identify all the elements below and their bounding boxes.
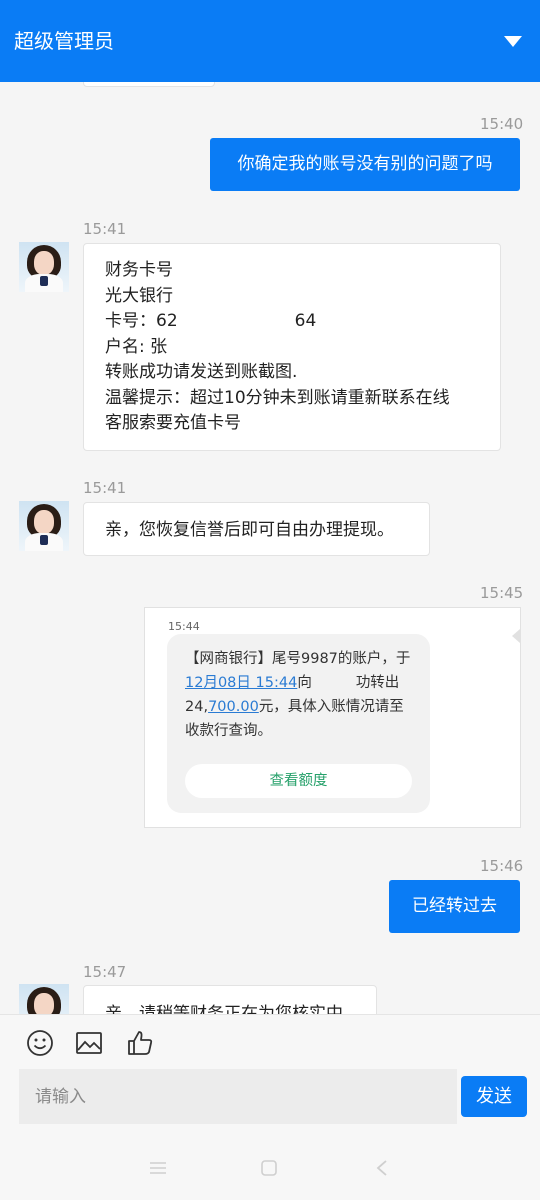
agent-avatar[interactable] — [19, 984, 69, 1014]
message-line: 转账成功请发送到账截图. — [105, 362, 298, 382]
bubble-tail — [512, 629, 520, 643]
sms-suffix: 元，具体入账情况请至 — [258, 699, 404, 715]
previous-message-bubble — [83, 82, 215, 87]
outgoing-message-bubble[interactable]: 你确定我的账号没有别的问题了吗 — [210, 138, 520, 191]
message-timestamp: 15:46 — [480, 857, 524, 875]
sms-card: 【网商银行】尾号9987的账户，于 12月08日 15:44向 功转出 24,70… — [167, 634, 430, 813]
sms-line: 24,700.00元，具体入账情况请至 — [185, 695, 410, 719]
avatar-tie — [40, 276, 48, 286]
send-button[interactable]: 发送 — [461, 1076, 527, 1117]
screenshot-time: 15:44 — [168, 620, 200, 633]
message-timestamp: 15:47 — [83, 963, 127, 981]
chat-title: 超级管理员 — [14, 29, 114, 53]
incoming-message-bubble[interactable]: 财务卡号 光大银行 卡号：62 64 户名: 张 转账成功请发送到账截图. 温馨提… — [83, 243, 501, 451]
avatar-face — [34, 251, 54, 275]
card-number-start: 卡号：62 — [105, 311, 178, 331]
view-quota-button: 查看额度 — [185, 764, 412, 798]
card-number-end: 64 — [294, 311, 317, 331]
outgoing-message-bubble[interactable]: 已经转过去 — [389, 880, 520, 933]
image-icon[interactable] — [75, 1029, 103, 1057]
agent-avatar[interactable] — [19, 242, 69, 292]
message-line: 客服索要充值卡号 — [105, 413, 241, 433]
message-line: 卡号：62 64 — [105, 309, 500, 335]
emoji-icon[interactable] — [26, 1029, 54, 1057]
sms-line: 12月08日 15:44向 功转出 — [185, 671, 410, 695]
composer: 发送 — [0, 1014, 540, 1200]
avatar-face — [34, 510, 54, 534]
chat-header: 超级管理员 — [0, 0, 540, 82]
sms-transfer: 功转出 — [355, 675, 400, 691]
menu-icon[interactable] — [149, 1160, 167, 1176]
avatar-tie — [40, 535, 48, 545]
incoming-message-bubble[interactable]: 亲，请稍等财务正在为您核实中 — [83, 985, 377, 1014]
sms-line: 【网商银行】尾号9987的账户，于 — [185, 651, 411, 667]
message-line: 温馨提示：超过10分钟未到账请重新联系在线 — [105, 387, 450, 408]
message-line: 户名: 张 — [105, 336, 168, 357]
message-timestamp: 15:45 — [480, 584, 524, 602]
agent-avatar[interactable] — [19, 501, 69, 551]
sms-to: 向 — [297, 675, 312, 691]
message-timestamp: 15:40 — [480, 115, 524, 133]
message-timestamp: 15:41 — [83, 479, 127, 497]
sms-line: 收款行查询。 — [185, 723, 272, 739]
message-timestamp: 15:41 — [83, 220, 127, 238]
incoming-message-bubble[interactable]: 亲，您恢复信誉后即可自由办理提现。 — [83, 502, 430, 556]
thumbs-up-icon[interactable] — [126, 1029, 154, 1057]
sms-date-link: 12月08日 15:44 — [185, 675, 298, 691]
sms-amount-link: 700.00 — [208, 699, 259, 715]
chat-list[interactable]: 15:40 你确定我的账号没有别的问题了吗 15:41 财务卡号 光大银行 卡号… — [0, 82, 540, 1014]
sms-text: 【网商银行】尾号9987的账户，于 12月08日 15:44向 功转出 24,70… — [185, 647, 410, 743]
message-line: 光大银行 — [105, 285, 173, 306]
home-icon[interactable] — [260, 1160, 278, 1176]
screenshot-image-message[interactable]: 15:44 【网商银行】尾号9987的账户，于 12月08日 15:44向 功转出… — [144, 607, 521, 828]
message-input[interactable] — [19, 1069, 457, 1124]
chevron-down-icon[interactable] — [504, 36, 522, 47]
avatar-face — [34, 993, 54, 1014]
back-icon[interactable] — [375, 1160, 389, 1176]
sms-amount-prefix: 24, — [185, 699, 209, 715]
message-line: 财务卡号 — [105, 260, 173, 280]
